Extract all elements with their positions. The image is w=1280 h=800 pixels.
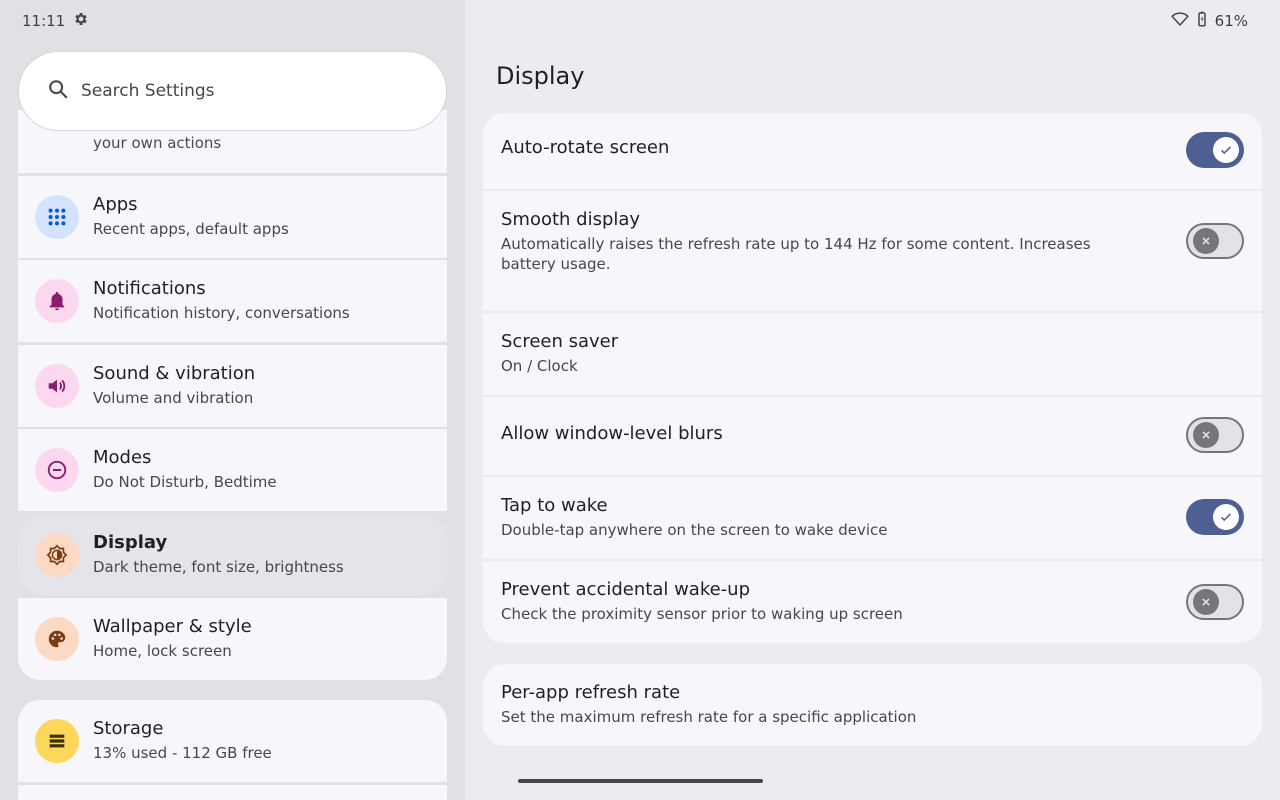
close-icon <box>1193 228 1219 254</box>
speaker-icon <box>35 364 79 408</box>
menu-item-subtitle: Home, lock screen <box>93 642 232 660</box>
menu-item-partial-sub: your own actions <box>93 134 222 152</box>
menu-item-title: Storage <box>93 718 164 739</box>
auto-rotate-toggle[interactable] <box>1186 132 1244 168</box>
setting-title: Smooth display <box>501 209 641 230</box>
setting-window-blurs[interactable]: Allow window-level blurs <box>483 397 1262 475</box>
menu-item-title: Apps <box>93 194 138 215</box>
search-icon <box>47 78 69 104</box>
setting-subtitle: Automatically raises the refresh rate up… <box>501 235 1091 273</box>
apps-grid-icon <box>35 195 79 239</box>
minus-circle-icon <box>35 448 79 492</box>
check-icon <box>1213 504 1239 530</box>
setting-subtitle: Set the maximum refresh rate for a speci… <box>501 708 917 726</box>
setting-title: Auto-rotate screen <box>501 137 670 158</box>
prevent-wakeup-toggle[interactable] <box>1186 584 1244 620</box>
window-blurs-toggle[interactable] <box>1186 417 1244 453</box>
setting-subtitle: Double-tap anywhere on the screen to wak… <box>501 521 888 539</box>
menu-item-subtitle: Notification history, conversations <box>93 304 350 322</box>
settings-gear-icon <box>73 11 89 31</box>
close-icon <box>1193 422 1219 448</box>
setting-title: Screen saver <box>501 331 619 352</box>
menu-item-subtitle: Volume and vibration <box>93 389 254 407</box>
menu-item-apps[interactable]: Apps Recent apps, default apps <box>18 176 447 258</box>
setting-subtitle: On / Clock <box>501 357 578 375</box>
menu-item-title: Sound & vibration <box>93 363 256 384</box>
setting-screen-saver[interactable]: Screen saver On / Clock <box>483 313 1262 395</box>
gesture-nav-handle[interactable] <box>518 779 763 783</box>
display-settings-pane: 61% Display Auto-rotate screen Smooth di… <box>465 0 1280 800</box>
menu-item-next-partial[interactable] <box>18 785 447 800</box>
search-settings-bar[interactable]: Search Settings <box>18 51 447 131</box>
menu-item-notifications[interactable]: Notifications Notification history, conv… <box>18 260 447 342</box>
battery-icon <box>1193 10 1211 32</box>
brightness-icon <box>35 533 79 577</box>
setting-smooth-display[interactable]: Smooth display Automatically raises the … <box>483 191 1262 311</box>
palette-icon <box>35 617 79 661</box>
storage-icon <box>35 719 79 763</box>
menu-item-subtitle: 13% used - 112 GB free <box>93 744 272 762</box>
wifi-icon <box>1171 10 1189 32</box>
status-time: 11:11 <box>22 12 66 30</box>
setting-auto-rotate[interactable]: Auto-rotate screen <box>483 113 1262 189</box>
menu-item-title: Modes <box>93 447 152 468</box>
menu-item-wallpaper[interactable]: Wallpaper & style Home, lock screen <box>18 598 447 680</box>
check-icon <box>1213 137 1239 163</box>
menu-item-title: Display <box>93 532 168 553</box>
menu-item-title: Notifications <box>93 278 206 299</box>
setting-title: Per-app refresh rate <box>501 682 681 703</box>
close-icon <box>1193 589 1219 615</box>
setting-subtitle: Check the proximity sensor prior to waki… <box>501 605 903 623</box>
battery-percent: 61% <box>1214 12 1248 30</box>
menu-item-storage[interactable]: Storage 13% used - 112 GB free <box>18 700 447 782</box>
menu-item-subtitle: Do Not Disturb, Bedtime <box>93 473 277 491</box>
bell-icon <box>35 279 79 323</box>
status-bar-right: 61% <box>1171 10 1248 32</box>
setting-per-app-refresh[interactable]: Per-app refresh rate Set the maximum ref… <box>483 664 1262 746</box>
setting-title: Prevent accidental wake-up <box>501 579 751 600</box>
setting-title: Tap to wake <box>501 495 608 516</box>
search-placeholder: Search Settings <box>81 81 215 101</box>
smooth-display-toggle[interactable] <box>1186 223 1244 259</box>
menu-item-sound[interactable]: Sound & vibration Volume and vibration <box>18 345 447 427</box>
setting-prevent-wakeup[interactable]: Prevent accidental wake-up Check the pro… <box>483 561 1262 643</box>
setting-title: Allow window-level blurs <box>501 423 723 444</box>
setting-tap-to-wake[interactable]: Tap to wake Double-tap anywhere on the s… <box>483 477 1262 559</box>
menu-item-subtitle: Recent apps, default apps <box>93 220 289 238</box>
menu-item-title: Wallpaper & style <box>93 616 252 637</box>
menu-item-subtitle: Dark theme, font size, brightness <box>93 558 344 576</box>
menu-item-display[interactable]: Display Dark theme, font size, brightnes… <box>18 514 447 596</box>
tap-to-wake-toggle[interactable] <box>1186 499 1244 535</box>
menu-item-modes[interactable]: Modes Do Not Disturb, Bedtime <box>18 429 447 511</box>
page-title: Display <box>496 62 585 90</box>
settings-nav-pane: 11:11 your own actions Search Settings A… <box>0 0 465 800</box>
status-bar-left: 11:11 <box>22 10 89 32</box>
